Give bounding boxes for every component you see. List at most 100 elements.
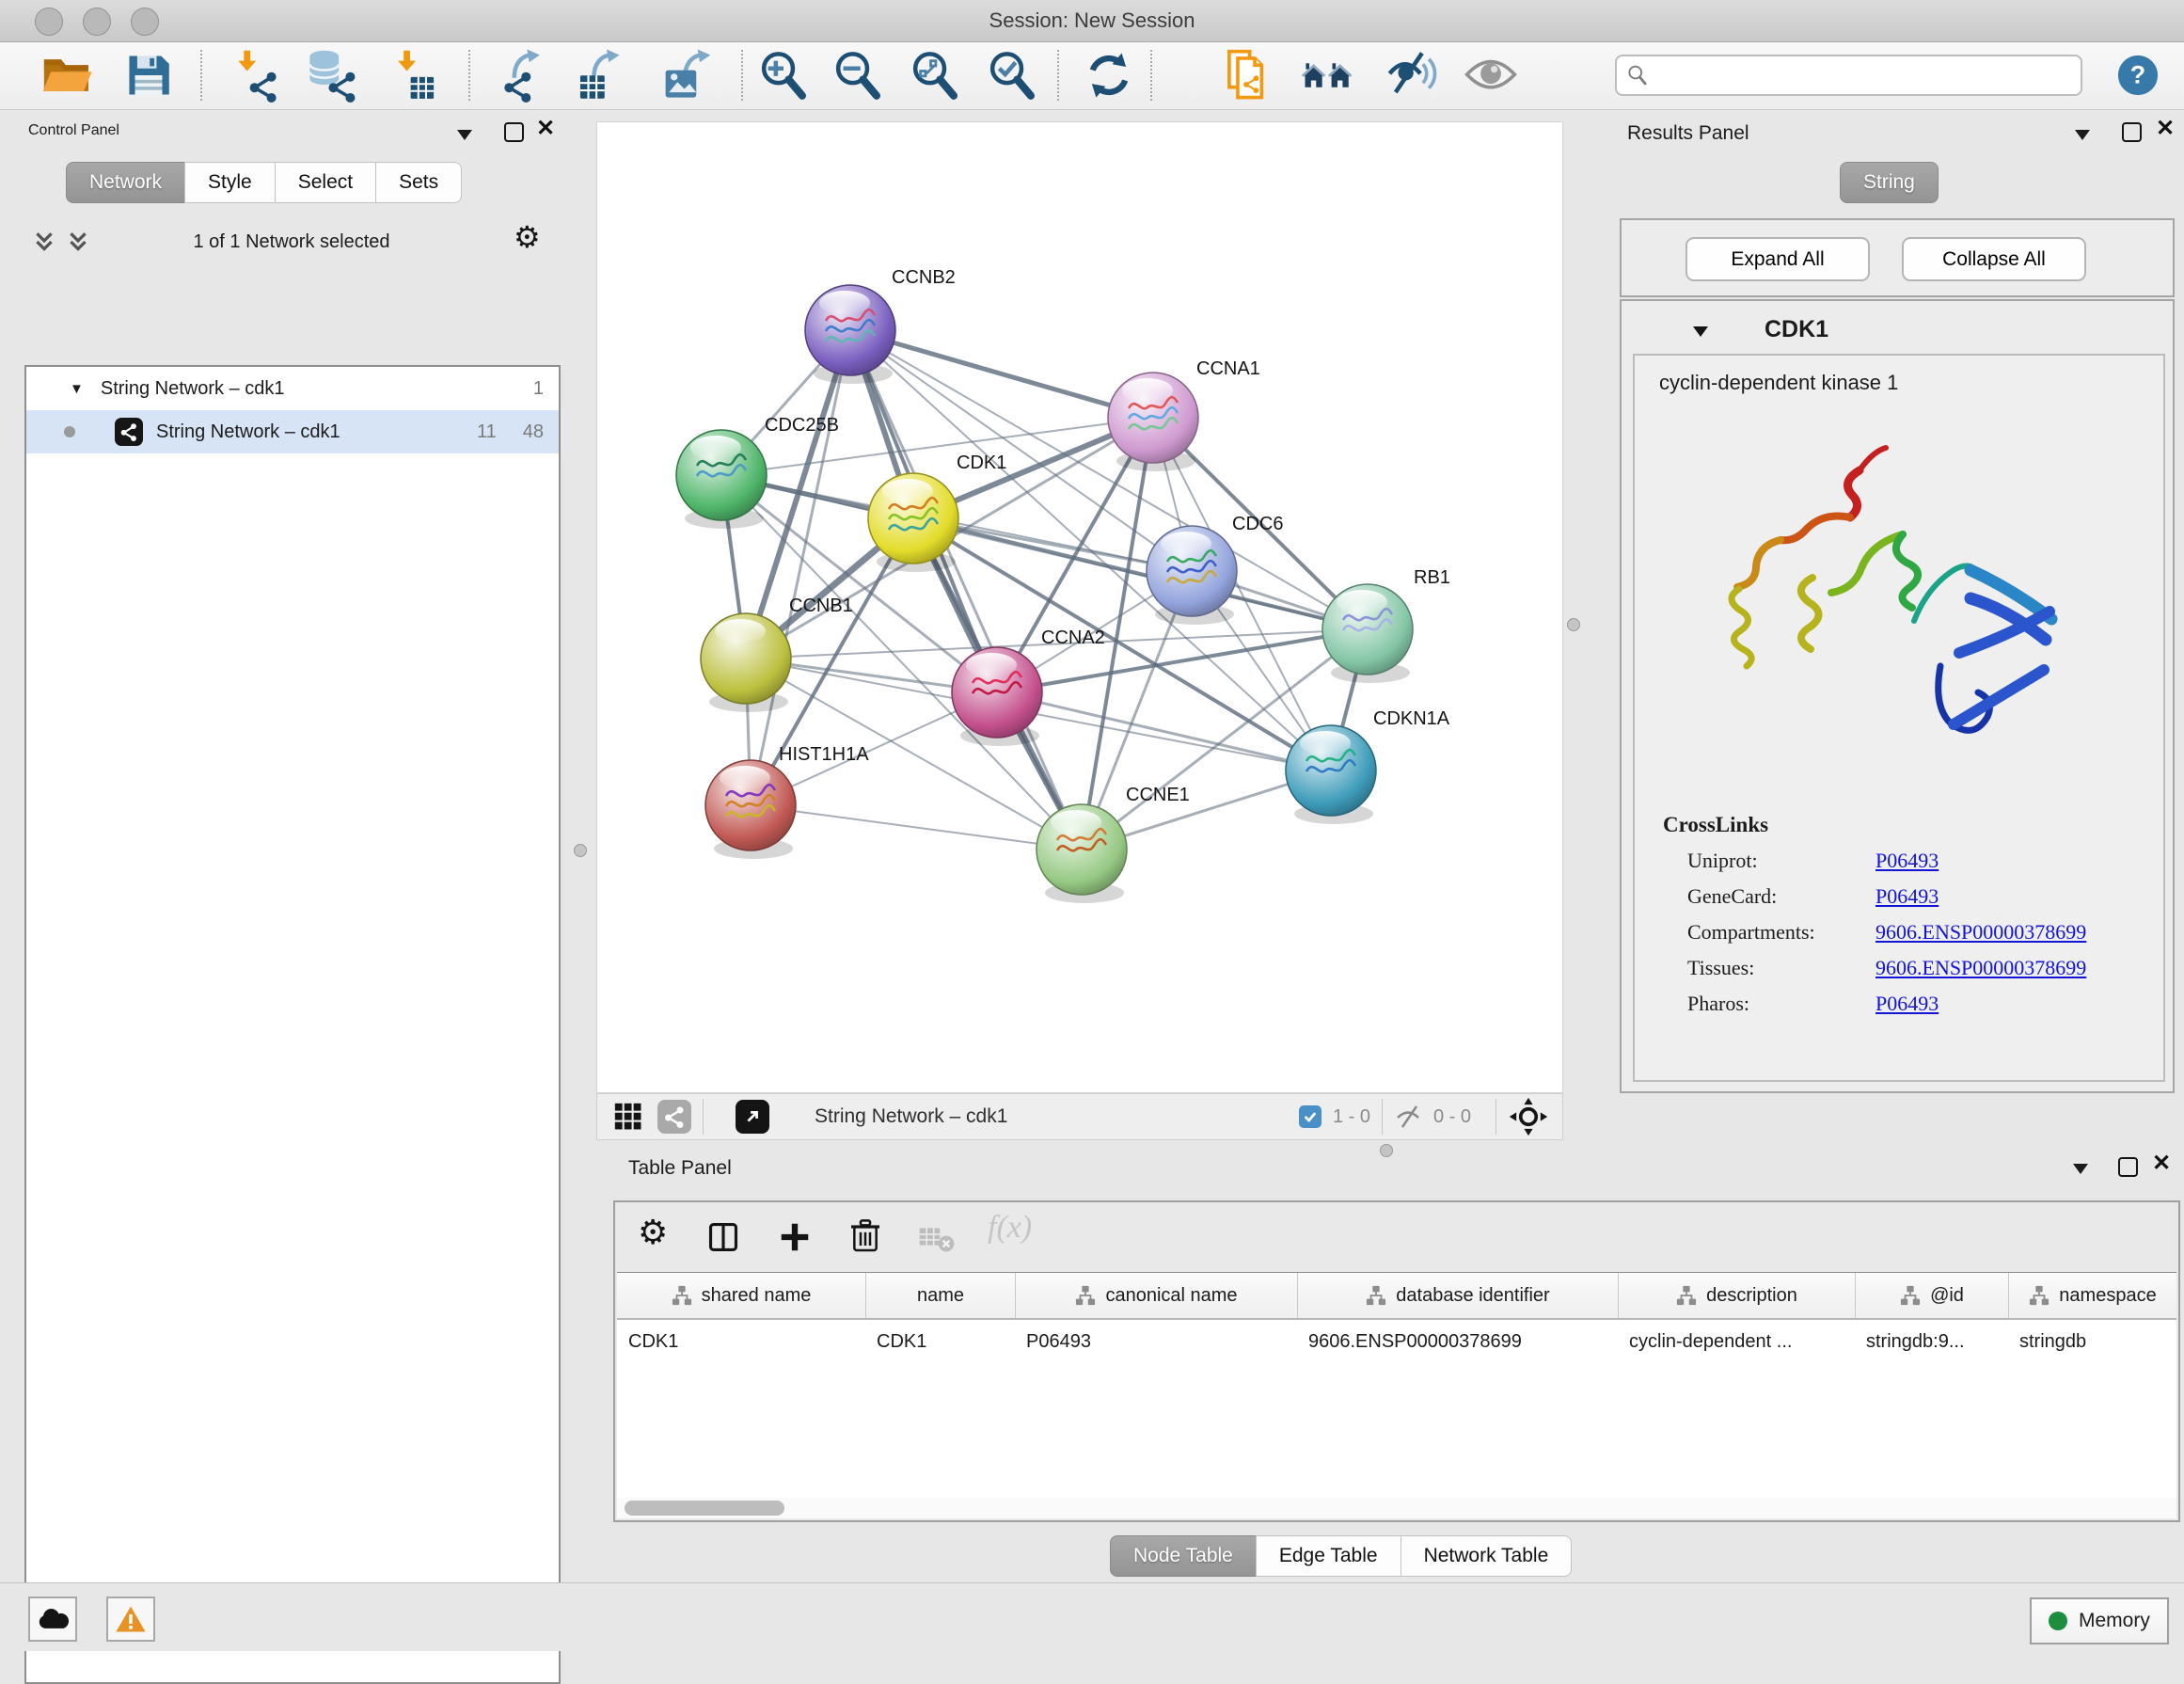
save-session-icon[interactable] — [121, 48, 176, 103]
table-row[interactable]: CDK1CDK1P064939606.ENSP00000378699cyclin… — [617, 1320, 2176, 1363]
show-details-icon[interactable] — [1464, 48, 1518, 103]
column-header-namespace[interactable]: namespace — [2008, 1273, 2176, 1318]
results-panel-menu-icon[interactable] — [2075, 130, 2090, 140]
control-panel-float-icon[interactable] — [504, 122, 524, 142]
collapse-all-button[interactable]: Collapse All — [1902, 237, 2086, 281]
tab-select[interactable]: Select — [275, 162, 376, 203]
column-header-shared-name[interactable]: shared name — [617, 1273, 865, 1318]
collapse-all-icon[interactable] — [32, 230, 56, 254]
left-splitter-handle[interactable] — [574, 844, 587, 857]
entry-collapse-icon[interactable] — [1693, 326, 1708, 337]
column-header-canonical-name[interactable]: canonical name — [1015, 1273, 1297, 1318]
crosslink-value[interactable]: P06493 — [1875, 849, 1939, 873]
collection-count: 1 — [533, 378, 544, 400]
column-header-database-identifier[interactable]: database identifier — [1297, 1273, 1618, 1318]
zoom-in-icon[interactable] — [756, 48, 811, 103]
search-input[interactable] — [1649, 64, 2071, 87]
network-node-CCNB2[interactable]: CCNB2 — [805, 267, 956, 384]
column-header-@id[interactable]: @id — [1855, 1273, 2008, 1318]
hierarchy-icon — [1676, 1285, 1697, 1306]
tab-node-table[interactable]: Node Table — [1110, 1535, 1257, 1577]
network-collection-row[interactable]: ▼ String Network – cdk1 1 — [26, 367, 559, 410]
import-table-file-icon[interactable] — [385, 48, 439, 103]
table-panel-float-icon[interactable] — [2118, 1157, 2138, 1177]
memory-button[interactable]: Memory — [2030, 1597, 2169, 1644]
network-node-RB1[interactable]: RB1 — [1322, 567, 1450, 683]
hierarchy-icon — [1366, 1285, 1386, 1306]
scrollbar-thumb[interactable] — [625, 1501, 784, 1516]
zoom-out-icon[interactable] — [831, 48, 885, 103]
right-splitter-handle[interactable] — [1567, 618, 1580, 631]
network-node-HIST1H1A[interactable]: HIST1H1A — [705, 744, 869, 859]
toolbar-search[interactable] — [1615, 55, 2082, 96]
tab-network[interactable]: Network — [66, 162, 185, 203]
tab-sets[interactable]: Sets — [375, 162, 462, 203]
import-network-file-icon[interactable] — [227, 48, 281, 103]
network-node-CCNA1[interactable]: CCNA1 — [1108, 358, 1260, 471]
network-row[interactable]: String Network – cdk1 11 48 — [26, 410, 559, 453]
table-cell[interactable]: stringdb — [2008, 1331, 2176, 1353]
tab-string[interactable]: String — [1840, 162, 1939, 203]
hierarchy-icon — [1075, 1285, 1096, 1306]
table-options-gear-icon[interactable]: ⚙ — [638, 1217, 668, 1247]
delete-column-icon[interactable] — [847, 1217, 884, 1255]
import-network-database-icon[interactable] — [304, 48, 358, 103]
birds-eye-view-icon[interactable] — [1508, 1096, 1549, 1137]
open-session-icon[interactable] — [40, 48, 94, 103]
tab-network-table[interactable]: Network Table — [1401, 1535, 1573, 1577]
tab-style[interactable]: Style — [184, 162, 276, 203]
refresh-view-icon[interactable] — [1082, 48, 1136, 103]
expand-all-button[interactable]: Expand All — [1685, 237, 1870, 281]
collapse-triangle-icon[interactable]: ▼ — [70, 381, 84, 397]
table-horizontal-scrollbar[interactable] — [617, 1498, 2176, 1518]
crosslink-value[interactable]: P06493 — [1875, 884, 1939, 909]
clone-network-icon[interactable] — [1219, 48, 1274, 103]
show-all-windows-icon[interactable] — [1301, 48, 1355, 103]
node-table[interactable]: shared namenamecanonical namedatabase id… — [617, 1272, 2176, 1499]
results-panel-title: Results Panel — [1627, 122, 1749, 145]
table-panel-menu-icon[interactable] — [2073, 1164, 2088, 1174]
warnings-button[interactable] — [106, 1597, 155, 1642]
table-cell[interactable]: P06493 — [1015, 1331, 1297, 1353]
column-header-name[interactable]: name — [865, 1273, 1015, 1318]
network-options-gear-icon[interactable]: ⚙ — [514, 222, 541, 252]
table-cell[interactable]: stringdb:9... — [1855, 1331, 2008, 1353]
results-panel-close-icon[interactable]: ✕ — [2156, 119, 2175, 138]
zoom-selected-icon[interactable] — [985, 48, 1039, 103]
cloud-button[interactable] — [28, 1597, 77, 1642]
export-network-icon[interactable] — [497, 48, 551, 103]
show-columns-icon[interactable] — [705, 1219, 741, 1255]
memory-label: Memory — [2079, 1610, 2150, 1632]
table-cell[interactable]: cyclin-dependent ... — [1618, 1331, 1855, 1353]
warning-icon — [115, 1605, 147, 1633]
export-table-icon[interactable] — [573, 48, 627, 103]
table-cell[interactable]: CDK1 — [617, 1331, 865, 1353]
hierarchy-icon — [672, 1285, 692, 1306]
control-panel-close-icon[interactable]: ✕ — [536, 119, 555, 138]
tab-edge-table[interactable]: Edge Table — [1256, 1535, 1401, 1577]
table-panel-close-icon[interactable]: ✕ — [2152, 1154, 2171, 1173]
open-in-window-icon[interactable] — [736, 1100, 769, 1134]
string-style-icon[interactable] — [657, 1100, 691, 1134]
table-cell[interactable]: 9606.ENSP00000378699 — [1297, 1331, 1618, 1353]
network-node-CDK1[interactable]: CDK1 — [868, 453, 1006, 572]
column-header-description[interactable]: description — [1618, 1273, 1855, 1318]
crosslink-value[interactable]: P06493 — [1875, 992, 1939, 1016]
network-graph[interactable]: CCNB2CCNA1CDC25BCDK1CDC6RB1CCNB1CCNA2CDK… — [597, 122, 1562, 1092]
network-canvas[interactable]: CCNB2CCNA1CDC25BCDK1CDC6RB1CCNB1CCNA2CDK… — [596, 121, 1563, 1093]
hide-details-icon[interactable] — [1385, 48, 1439, 103]
add-column-icon[interactable] — [777, 1219, 813, 1255]
grid-view-icon[interactable] — [612, 1101, 644, 1133]
zoom-fit-icon[interactable] — [908, 48, 962, 103]
help-icon[interactable]: ? — [2116, 54, 2160, 97]
expand-all-icon[interactable] — [66, 230, 90, 254]
crosslink-value[interactable]: 9606.ENSP00000378699 — [1875, 920, 2086, 945]
node-entry-panel: CDK1 cyclin-dependent kinase 1 CrossLink… — [1620, 299, 2175, 1093]
table-cell[interactable]: CDK1 — [865, 1331, 1015, 1353]
control-panel-menu-icon[interactable] — [457, 130, 472, 140]
selected-indicator-checkbox[interactable] — [1299, 1105, 1321, 1128]
export-image-icon[interactable] — [662, 48, 717, 103]
results-panel-float-icon[interactable] — [2122, 122, 2142, 142]
network-node-CDKN1A[interactable]: CDKN1A — [1286, 708, 1450, 824]
crosslink-value[interactable]: 9606.ENSP00000378699 — [1875, 956, 2086, 980]
